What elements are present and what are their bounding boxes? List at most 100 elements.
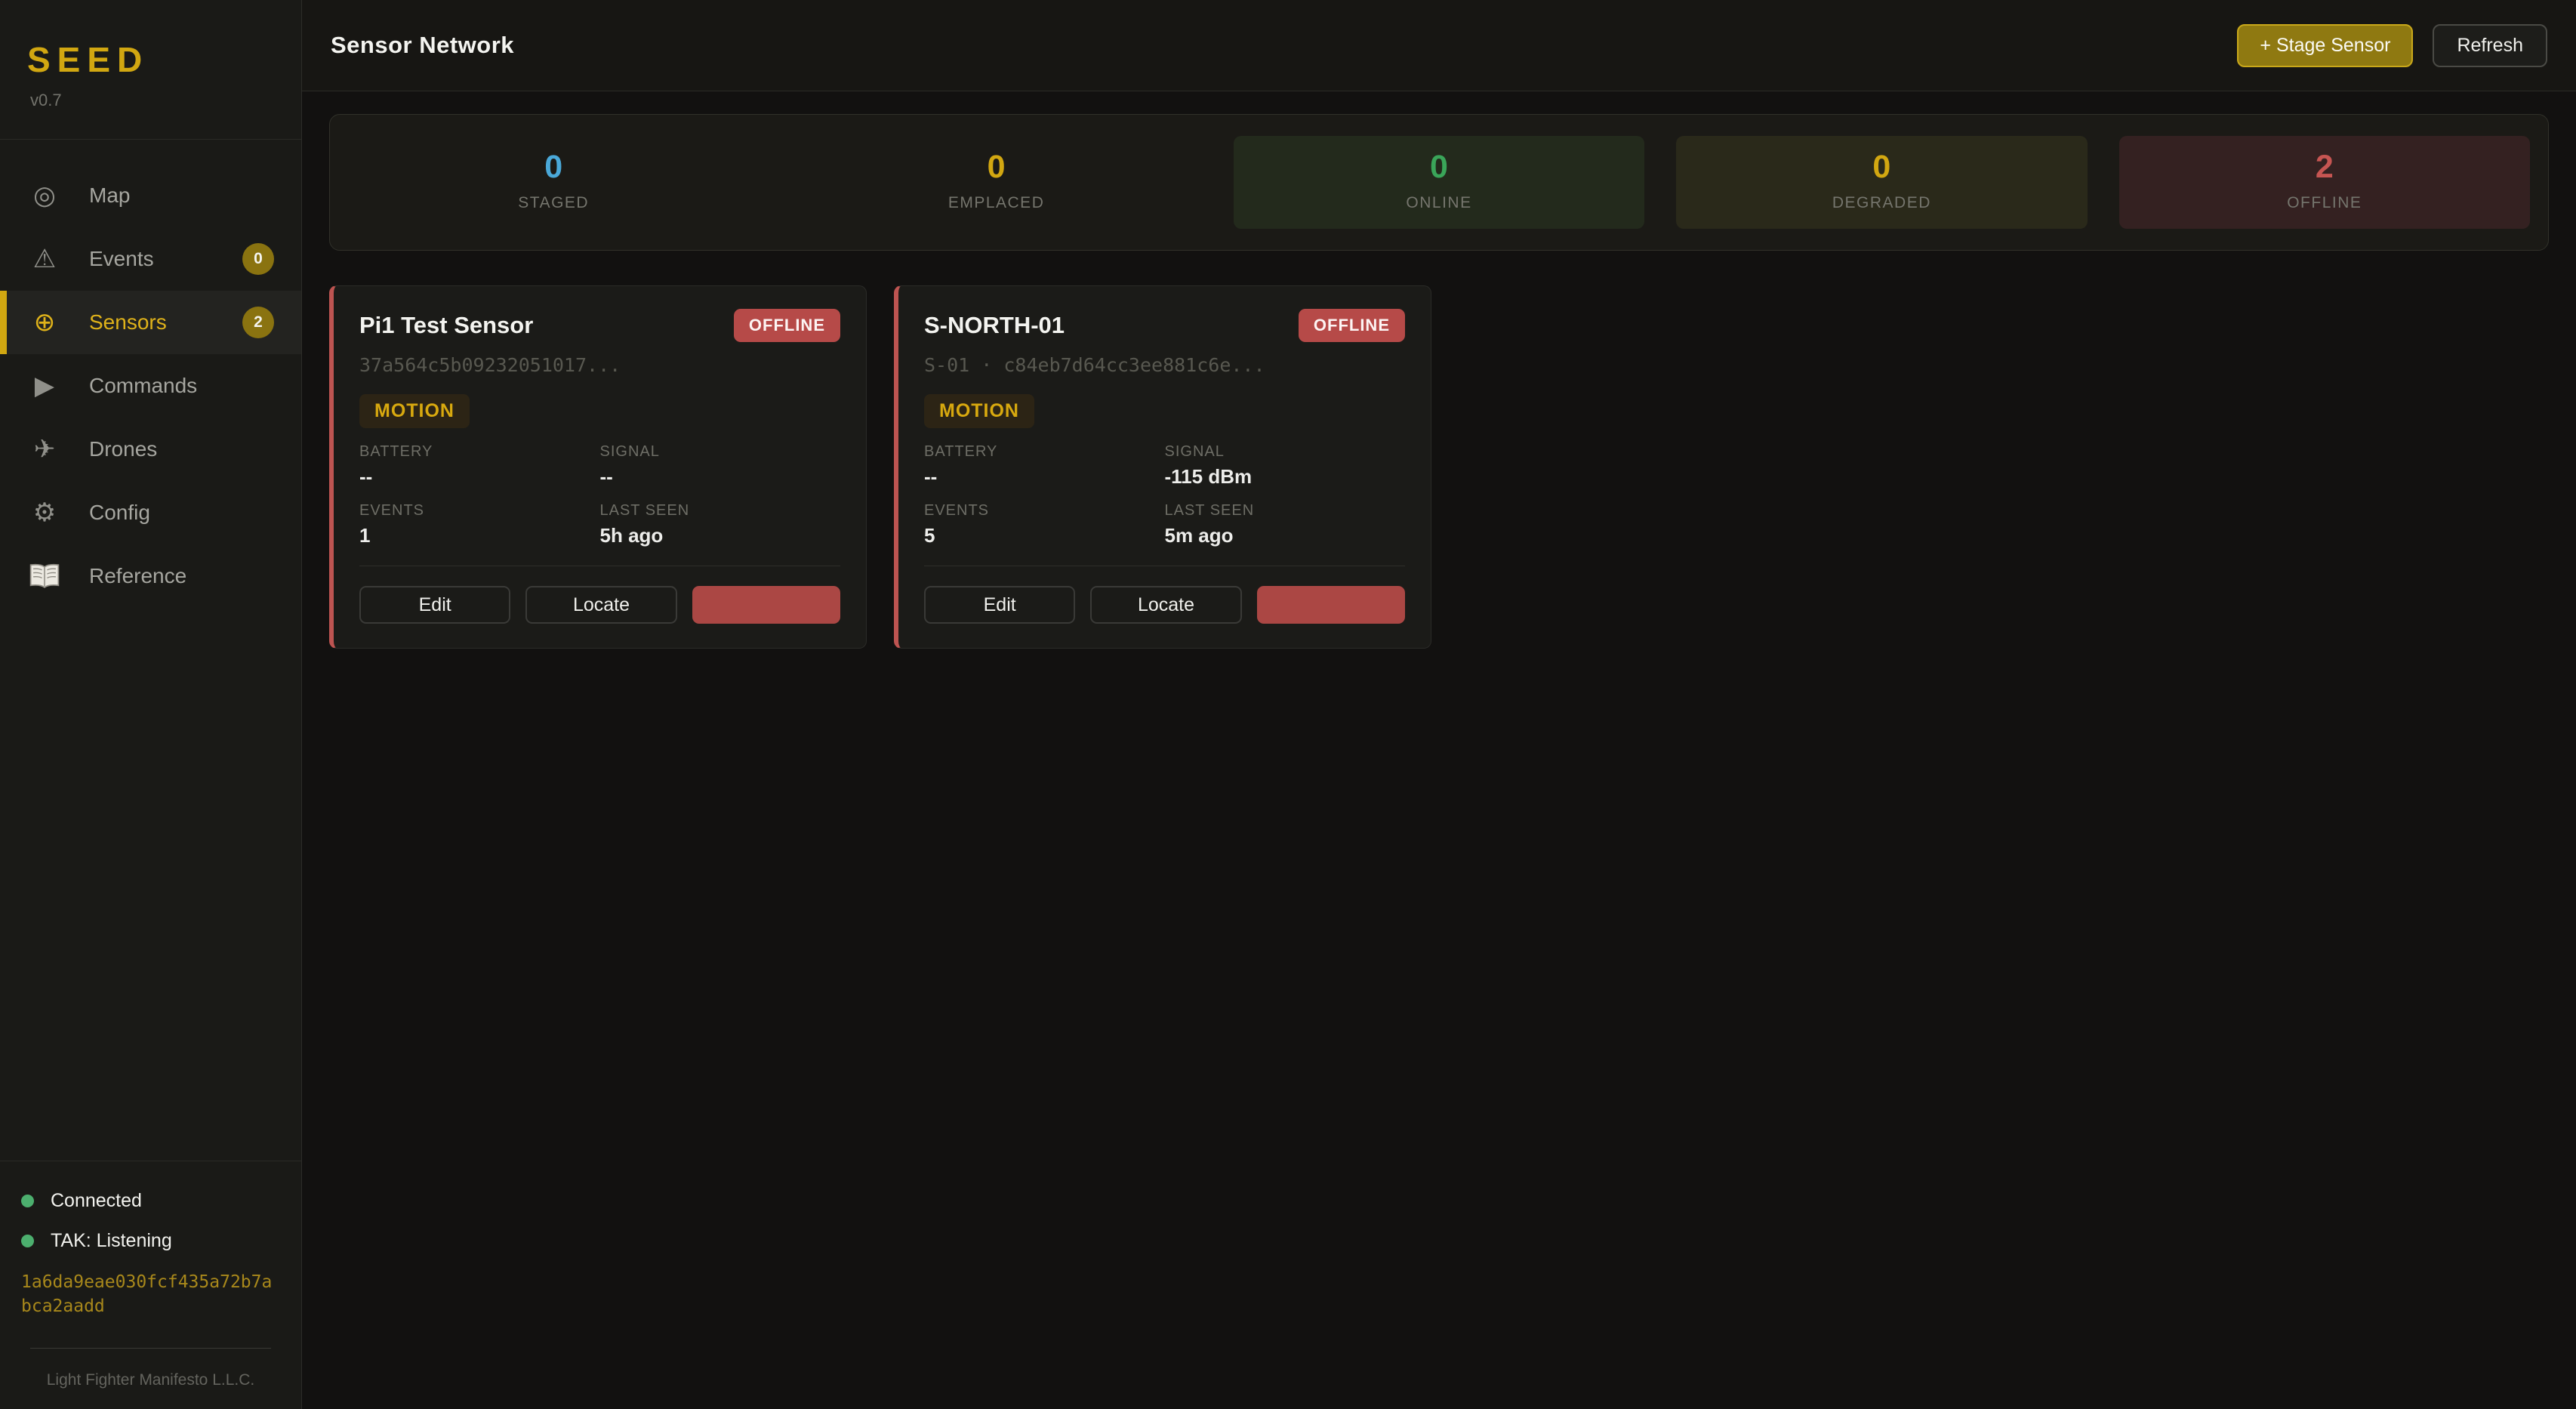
- field-value: --: [924, 465, 1165, 489]
- map-icon: ◎: [27, 180, 62, 211]
- field-grid: BATTERY -- SIGNAL -115 dBm EVENTS 5 LAST…: [924, 443, 1405, 547]
- app-logo: SEED: [27, 39, 274, 80]
- card-head: S-NORTH-01 OFFLINE: [924, 309, 1405, 342]
- sensor-name: Pi1 Test Sensor: [359, 309, 533, 339]
- warning-icon: ⚠︎: [27, 244, 62, 274]
- sensor-type-chip: MOTION: [359, 394, 470, 428]
- stat-staged-label: STAGED: [348, 194, 759, 212]
- stats-panel: 0 STAGED 0 EMPLACED 0 ONLINE 0 DEGRADED …: [329, 114, 2549, 251]
- field-label: EVENTS: [359, 502, 600, 520]
- card-head: Pi1 Test Sensor OFFLINE: [359, 309, 840, 342]
- edit-button[interactable]: Edit: [359, 586, 510, 624]
- sensors-count-badge: 2: [242, 307, 274, 338]
- stage-sensor-button[interactable]: + Stage Sensor: [2237, 24, 2413, 67]
- field-battery: BATTERY --: [359, 443, 600, 489]
- connected-status-dot: [21, 1195, 34, 1207]
- sidebar-item-config[interactable]: ⚙︎ Config: [0, 481, 301, 544]
- field-signal: SIGNAL -115 dBm: [1165, 443, 1406, 489]
- field-label: BATTERY: [359, 443, 600, 461]
- field-value: 1: [359, 524, 600, 547]
- sidebar-item-sensors[interactable]: ⊕ Sensors 2: [0, 291, 301, 354]
- app-version: v0.7: [30, 91, 274, 110]
- logo-block: SEED v0.7: [0, 0, 301, 140]
- field-value: 5h ago: [600, 524, 841, 547]
- field-label: EVENTS: [924, 502, 1165, 520]
- connected-status-label: Connected: [51, 1190, 142, 1212]
- card-buttons: Edit Locate: [359, 586, 840, 624]
- session-hash: 1a6da9eae030fcf435a72b7abca2aadd: [21, 1270, 275, 1319]
- stat-degraded: 0 DEGRADED: [1676, 136, 2087, 229]
- sidebar-item-label: Config: [89, 501, 150, 525]
- page-title: Sensor Network: [331, 32, 514, 59]
- tak-status-dot: [21, 1235, 34, 1247]
- sidebar-item-reference[interactable]: Reference: [0, 544, 301, 608]
- stat-degraded-label: DEGRADED: [1676, 194, 2087, 212]
- stat-offline-label: OFFLINE: [2119, 194, 2530, 212]
- field-label: SIGNAL: [600, 443, 841, 461]
- sensor-id: 37a564c5b09232051017...: [359, 354, 840, 376]
- field-label: SIGNAL: [1165, 443, 1406, 461]
- company-name: Light Fighter Manifesto L.L.C.: [21, 1349, 280, 1389]
- plus-circle-icon: ⊕: [27, 307, 62, 338]
- sidebar: SEED v0.7 ◎ Map ⚠︎ Events 0 ⊕ Sensors 2 …: [0, 0, 302, 1409]
- card-buttons: Edit Locate: [924, 586, 1405, 624]
- sidebar-item-label: Reference: [89, 564, 186, 588]
- refresh-button[interactable]: Refresh: [2433, 24, 2547, 67]
- main-content: 0 STAGED 0 EMPLACED 0 ONLINE 0 DEGRADED …: [302, 91, 2576, 671]
- sensor-name: S-NORTH-01: [924, 309, 1065, 339]
- field-label: LAST SEEN: [1165, 502, 1406, 520]
- stat-offline-value: 2: [2119, 150, 2530, 185]
- field-events: EVENTS 1: [359, 502, 600, 547]
- field-signal: SIGNAL --: [600, 443, 841, 489]
- book-icon: [27, 563, 62, 590]
- sensor-cards-row: Pi1 Test Sensor OFFLINE 37a564c5b0923205…: [329, 285, 2549, 649]
- field-label: LAST SEEN: [600, 502, 841, 520]
- stat-online-label: ONLINE: [1234, 194, 1644, 212]
- field-value: 5m ago: [1165, 524, 1406, 547]
- sensor-card: S-NORTH-01 OFFLINE S-01 · c84eb7d64cc3ee…: [894, 285, 1431, 649]
- stat-emplaced: 0 EMPLACED: [790, 136, 1201, 229]
- tak-status: TAK: Listening: [21, 1230, 280, 1252]
- sidebar-item-label: Drones: [89, 437, 157, 461]
- locate-button[interactable]: Locate: [1090, 586, 1241, 624]
- connection-status: Connected: [21, 1190, 280, 1212]
- plane-icon: ✈︎: [27, 434, 62, 464]
- header-actions: + Stage Sensor Refresh: [2237, 24, 2547, 67]
- field-label: BATTERY: [924, 443, 1165, 461]
- play-icon: ▶︎: [27, 371, 62, 401]
- field-battery: BATTERY --: [924, 443, 1165, 489]
- edit-button[interactable]: Edit: [924, 586, 1075, 624]
- sidebar-nav: ◎ Map ⚠︎ Events 0 ⊕ Sensors 2 ▶︎ Command…: [0, 140, 301, 1161]
- stat-offline: 2 OFFLINE: [2119, 136, 2530, 229]
- stat-staged-value: 0: [348, 150, 759, 185]
- sidebar-item-events[interactable]: ⚠︎ Events 0: [0, 227, 301, 291]
- sensor-card: Pi1 Test Sensor OFFLINE 37a564c5b0923205…: [329, 285, 867, 649]
- sensor-id: S-01 · c84eb7d64cc3ee881c6e...: [924, 354, 1405, 376]
- sidebar-item-label: Events: [89, 247, 154, 271]
- field-last-seen: LAST SEEN 5m ago: [1165, 502, 1406, 547]
- sidebar-item-label: Sensors: [89, 310, 167, 335]
- stat-emplaced-label: EMPLACED: [790, 194, 1201, 212]
- gear-icon: ⚙︎: [27, 498, 62, 528]
- sidebar-item-commands[interactable]: ▶︎ Commands: [0, 354, 301, 418]
- sidebar-item-label: Map: [89, 183, 130, 208]
- sensor-type-chip: MOTION: [924, 394, 1034, 428]
- stat-online-value: 0: [1234, 150, 1644, 185]
- delete-button[interactable]: [692, 586, 840, 624]
- field-value: -115 dBm: [1165, 465, 1406, 489]
- status-badge: OFFLINE: [1299, 309, 1405, 342]
- locate-button[interactable]: Locate: [525, 586, 676, 624]
- stat-staged: 0 STAGED: [348, 136, 759, 229]
- field-value: --: [359, 465, 600, 489]
- sidebar-item-drones[interactable]: ✈︎ Drones: [0, 418, 301, 481]
- delete-button[interactable]: [1257, 586, 1405, 624]
- sidebar-item-map[interactable]: ◎ Map: [0, 164, 301, 227]
- stat-online: 0 ONLINE: [1234, 136, 1644, 229]
- stat-degraded-value: 0: [1676, 150, 2087, 185]
- field-value: 5: [924, 524, 1165, 547]
- field-events: EVENTS 5: [924, 502, 1165, 547]
- field-grid: BATTERY -- SIGNAL -- EVENTS 1 LAST SEEN …: [359, 443, 840, 547]
- sidebar-footer: Connected TAK: Listening 1a6da9eae030fcf…: [0, 1161, 301, 1409]
- page-header: Sensor Network + Stage Sensor Refresh: [302, 0, 2576, 91]
- events-count-badge: 0: [242, 243, 274, 275]
